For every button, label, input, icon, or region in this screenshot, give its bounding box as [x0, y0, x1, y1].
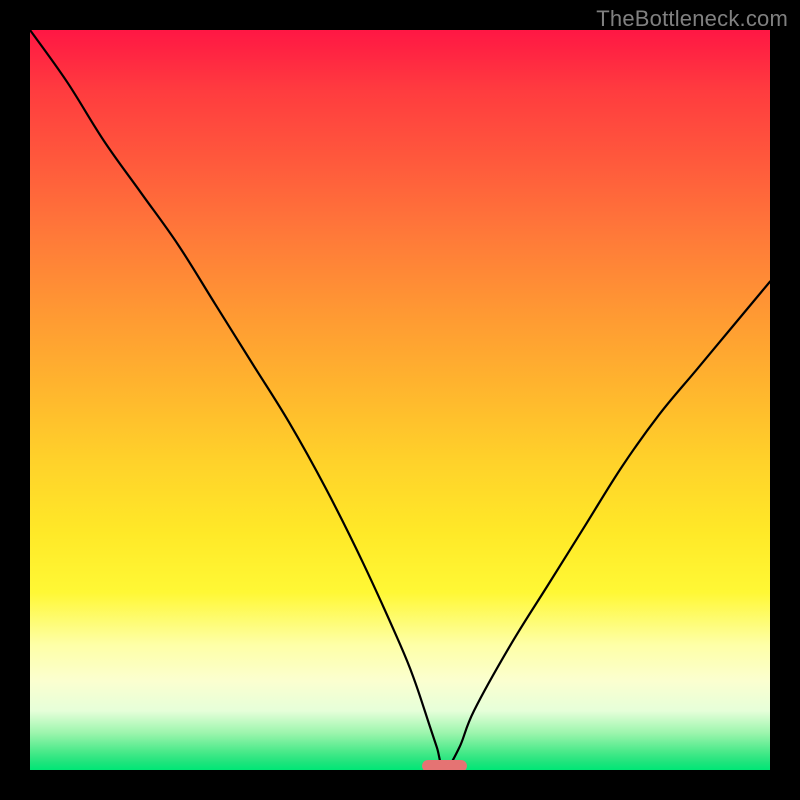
plot-area	[30, 30, 770, 770]
chart-container: TheBottleneck.com	[0, 0, 800, 800]
watermark-text: TheBottleneck.com	[596, 6, 788, 32]
optimum-marker	[422, 760, 466, 770]
bottleneck-curve	[30, 30, 770, 770]
